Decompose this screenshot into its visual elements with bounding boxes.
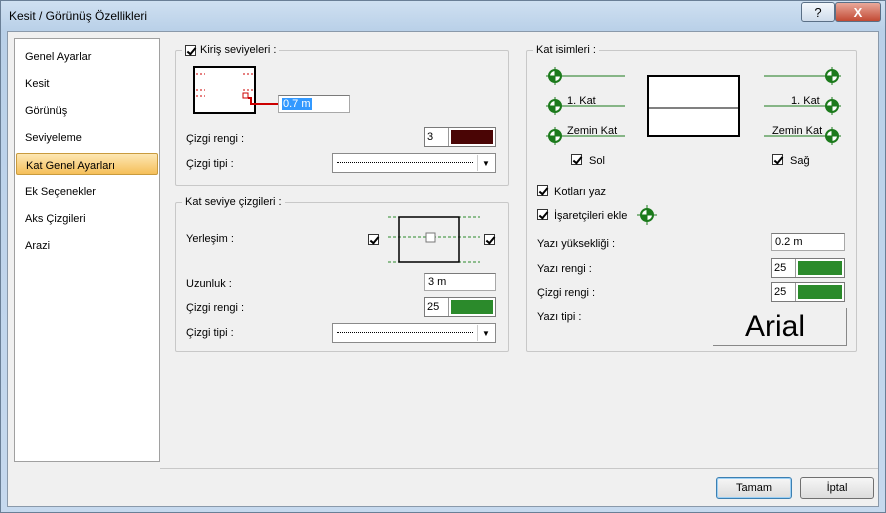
beam-levels-checkbox[interactable] <box>185 44 196 56</box>
category-list: Genel Ayarlar Kesit Görünüş Seviyeleme K… <box>14 38 160 462</box>
floor-names-preview <box>545 66 842 146</box>
font-preview: Arial <box>745 310 806 343</box>
level-color-label: Çizgi rengi : <box>186 302 245 314</box>
cancel-button[interactable]: İptal <box>800 477 874 499</box>
dialog-window: Kesit / Görünüş Özellikleri ? X Genel Ay… <box>0 0 886 513</box>
floor-level-lines-title: Kat seviye çizgileri : <box>185 196 282 208</box>
sag-checkbox[interactable] <box>772 154 783 165</box>
length-label: Uzunluk : <box>186 278 232 290</box>
right-floor-label-2: Zemin Kat <box>772 125 823 137</box>
names-line-color-label: Çizgi rengi : <box>537 287 596 299</box>
nav-item-ek-secenekler[interactable]: Ek Seçenekler <box>16 180 158 202</box>
placement-preview-icon <box>388 216 480 263</box>
beam-color-picker[interactable]: 3 <box>424 127 496 147</box>
placement-right-checkbox[interactable] <box>484 234 495 245</box>
placement-label: Yerleşim : <box>186 233 234 245</box>
floor-names-group: Kat isimleri : 1. Kat Zemin Kat 1. Kat Z… <box>526 44 857 352</box>
footer-divider <box>160 468 878 469</box>
help-button[interactable]: ? <box>801 2 835 22</box>
right-floor-label-1: 1. Kat <box>791 95 820 107</box>
font-selector[interactable]: Arial <box>713 308 847 346</box>
left-floor-label-2: Zemin Kat <box>567 125 618 137</box>
floor-level-lines-group: Kat seviye çizgileri : Yerleşim : Uzunlu… <box>175 196 509 352</box>
isaretcileri-ekle-checkbox[interactable] <box>537 209 548 220</box>
kotlari-yaz-checkbox[interactable] <box>537 185 548 196</box>
level-line-type-dropdown[interactable]: ▼ <box>332 323 496 343</box>
ok-button[interactable]: Tamam <box>716 477 792 499</box>
beam-levels-group: Kiriş seviyeleri : 0.7 m Çizgi rengi : 3… <box>175 44 509 186</box>
nav-item-kat-genel-ayarlari[interactable]: Kat Genel Ayarları <box>16 153 158 175</box>
placement-left-checkbox[interactable] <box>368 234 379 245</box>
text-color-label: Yazı rengi : <box>537 263 592 275</box>
title-bar: Kesit / Görünüş Özellikleri ? X <box>1 1 885 31</box>
nav-item-gorunus[interactable]: Görünüş <box>16 99 158 121</box>
window-title: Kesit / Görünüş Özellikleri <box>9 9 148 23</box>
nav-item-seviyeleme[interactable]: Seviyeleme <box>16 126 158 148</box>
nav-item-aks-cizgileri[interactable]: Aks Çizgileri <box>16 207 158 229</box>
nav-item-genel-ayarlar[interactable]: Genel Ayarlar <box>16 45 158 67</box>
beam-type-label: Çizgi tipi : <box>186 158 234 170</box>
isaretcileri-ekle-label: İşaretçileri ekle <box>554 210 628 222</box>
left-floor-label-1: 1. Kat <box>567 95 596 107</box>
length-field[interactable]: 3 m <box>424 273 496 291</box>
chevron-down-icon: ▼ <box>477 155 494 171</box>
sol-label: Sol <box>589 155 605 167</box>
kotlari-yaz-label: Kotları yaz <box>554 186 606 198</box>
nav-item-arazi[interactable]: Arazi <box>16 234 158 256</box>
marker-icon <box>637 205 657 225</box>
text-color-picker[interactable]: 25 <box>771 258 845 278</box>
sol-checkbox[interactable] <box>571 154 582 165</box>
font-label: Yazı tipi : <box>537 311 582 323</box>
text-height-field[interactable]: 0.2 m <box>771 233 845 251</box>
beam-levels-title: Kiriş seviyeleri : <box>200 44 277 56</box>
beam-offset-field[interactable]: 0.7 m <box>278 95 350 113</box>
chevron-down-icon: ▼ <box>477 325 494 341</box>
level-color-swatch <box>451 300 493 314</box>
text-color-swatch <box>798 261 842 275</box>
beam-preview-icon <box>193 66 279 114</box>
names-line-color-picker[interactable]: 25 <box>771 282 845 302</box>
level-color-picker[interactable]: 25 <box>424 297 496 317</box>
close-button[interactable]: X <box>835 2 881 22</box>
beam-color-label: Çizgi rengi : <box>186 133 245 145</box>
nav-item-kesit[interactable]: Kesit <box>16 72 158 94</box>
names-line-color-swatch <box>798 285 842 299</box>
sag-label: Sağ <box>790 155 810 167</box>
beam-color-swatch <box>451 130 493 144</box>
text-height-label: Yazı yüksekliği : <box>537 238 616 250</box>
level-type-label: Çizgi tipi : <box>186 327 234 339</box>
beam-line-type-dropdown[interactable]: ▼ <box>332 153 496 173</box>
dialog-client: Genel Ayarlar Kesit Görünüş Seviyeleme K… <box>7 31 879 507</box>
